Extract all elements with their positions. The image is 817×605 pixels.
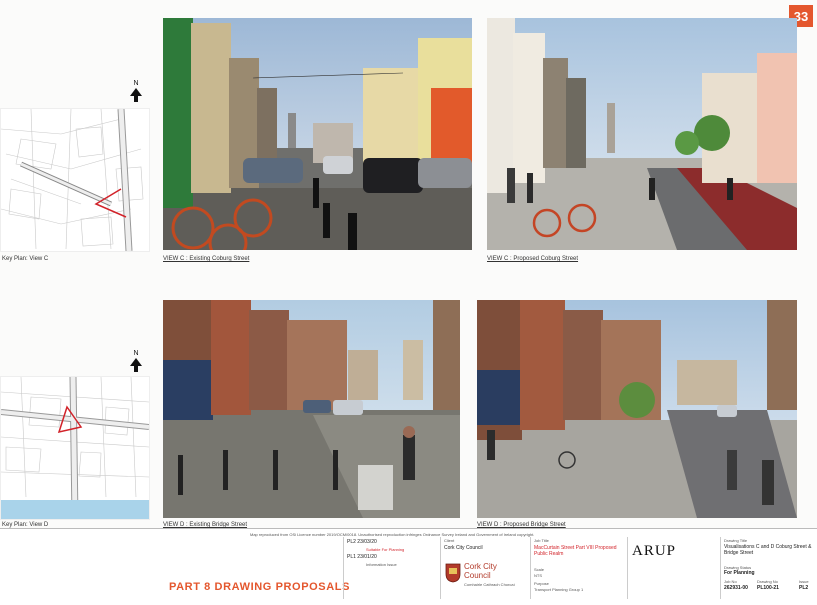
client-name: Cork City Council (444, 545, 483, 551)
view-d-proposed-photo (477, 300, 797, 518)
rev-row-2: PL1 23/01/20 (347, 554, 377, 560)
drawing-number: PL100-21 (757, 585, 779, 591)
view-c-existing-caption: VIEW C : Existing Coburg Street (163, 256, 250, 262)
north-arrow-c: N (128, 80, 144, 105)
key-plan-c-label: Key Plan: View C (2, 256, 49, 262)
council-name: Cork City Council (464, 562, 497, 580)
key-plan-c-map (0, 108, 150, 252)
drawing-title: Visualisations C and D Coburg Street & B… (724, 544, 812, 556)
rev-row-1-desc: Suitable For Planning (366, 547, 405, 552)
scale-label: Scale (534, 567, 545, 572)
drawing-title-label: Drawing Title (724, 538, 748, 543)
view-c-existing-photo (163, 18, 472, 250)
drawing-status: For Planning (724, 570, 755, 576)
issue-label: Issue (799, 579, 809, 584)
scale-value: NTS (534, 573, 542, 578)
title-block: Map reproduced from OSi Licence number 2… (0, 528, 817, 605)
firm-logo: ARUP (632, 543, 677, 559)
purpose-label: Purpose (534, 581, 549, 586)
council-crest-icon (445, 563, 461, 583)
job-number: 262931-00 (724, 585, 748, 591)
revision-table: PL2 23/03/20 Suitable For Planning PL1 2… (343, 537, 436, 599)
north-arrow-icon (130, 88, 142, 102)
job-title-cell: Job Title MacCurtain Street Part VIII Pr… (530, 537, 623, 599)
drawing-info-cell: Drawing Title Visualisations C and D Cob… (720, 537, 817, 599)
firm-cell: ARUP (627, 537, 718, 599)
north-arrow-icon (130, 358, 142, 372)
client-label: Client (444, 538, 455, 543)
sheet-heading: PART 8 DRAWING PROPOSALS (169, 581, 351, 593)
client-cell: Client Cork City Council Cork City Counc… (440, 537, 526, 599)
key-plan-d-map (0, 376, 150, 520)
north-label: N (133, 350, 139, 357)
job-title-label: Job Title (534, 538, 549, 543)
north-label: N (133, 80, 139, 87)
job-title: MacCurtain Street Part VIII Proposed Pub… (534, 545, 617, 557)
view-c-proposed-caption: VIEW C : Proposed Coburg Street (487, 256, 579, 262)
job-no-label: Job No (724, 579, 737, 584)
rev-row-1: PL2 23/03/20 (347, 539, 377, 545)
view-d-existing-photo (163, 300, 460, 518)
north-arrow-d: N (128, 350, 144, 375)
issue-code: PL2 (799, 585, 809, 591)
rev-row-2-desc: Information Issue (366, 562, 397, 567)
purpose-value: Transport Planning Group 1 (534, 587, 584, 592)
drawing-no-label: Drawing No (757, 579, 778, 584)
council-irish-name: Comhairle Cathrach Chorcaí (464, 582, 515, 587)
view-c-proposed-photo (487, 18, 797, 250)
